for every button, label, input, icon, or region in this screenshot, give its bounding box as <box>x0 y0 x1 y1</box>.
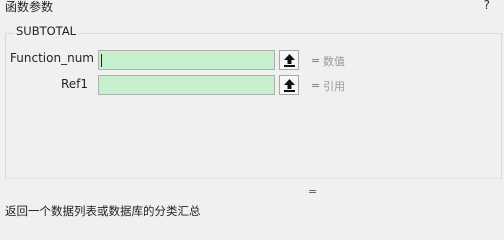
result-equals: = <box>308 185 318 198</box>
dialog-titlebar: 函数参数 ? <box>0 0 504 16</box>
ref1-equals: = <box>311 79 321 92</box>
function-num-hint: 数值 <box>323 55 345 68</box>
ref1-hint: 引用 <box>323 80 345 93</box>
function-num-field[interactable] <box>98 50 275 71</box>
arg-label-ref1: Ref1 <box>60 77 88 91</box>
function-num-input[interactable] <box>99 53 274 71</box>
function-arguments-dialog: 函数参数 ? SUBTOTAL Function_num = 数值 Ref1 =… <box>0 0 504 219</box>
function-name: SUBTOTAL <box>14 24 79 38</box>
ref1-ref-button[interactable] <box>279 75 299 95</box>
help-button[interactable]: ? <box>484 0 490 12</box>
function-description: 返回一个数据列表或数据库的分类汇总 <box>5 204 201 218</box>
ref1-field[interactable] <box>98 75 275 96</box>
arg-label-function-num: Function_num <box>10 51 94 65</box>
function-num-equals: = <box>311 54 321 67</box>
collapse-dialog-arrow-icon <box>284 79 295 92</box>
function-num-ref-button[interactable] <box>279 50 299 70</box>
text-cursor <box>101 54 102 67</box>
collapse-dialog-arrow-icon <box>284 54 295 67</box>
dialog-title: 函数参数 <box>5 0 54 14</box>
ref1-input[interactable] <box>99 78 274 96</box>
